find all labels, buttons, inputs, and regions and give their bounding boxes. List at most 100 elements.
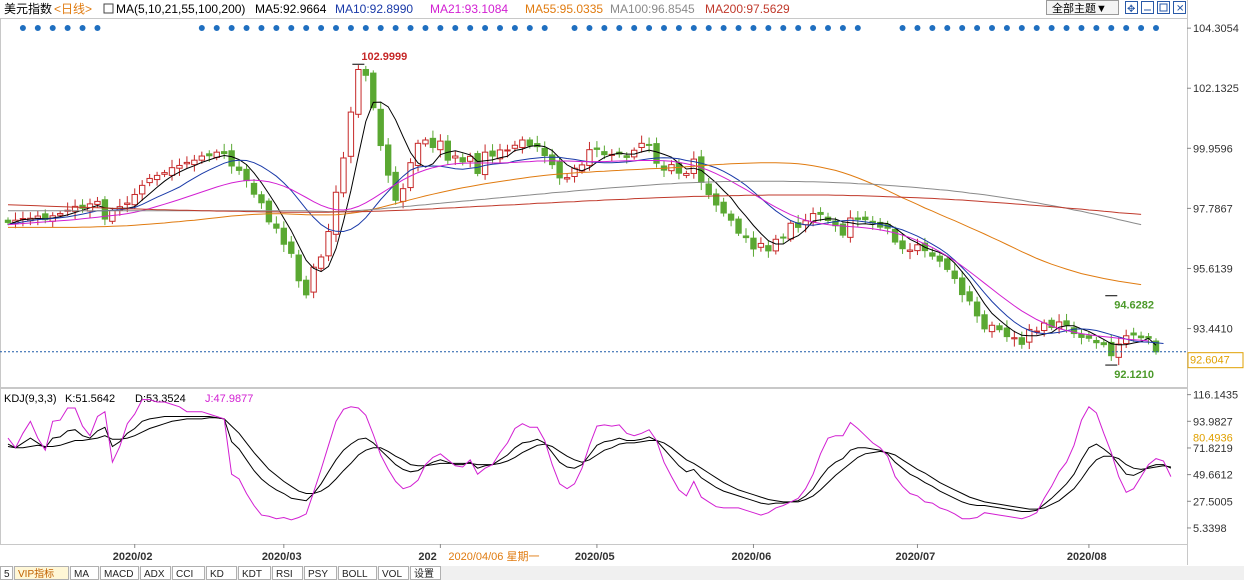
candle-body — [899, 240, 906, 250]
candle-body — [929, 252, 936, 257]
event-dot — [497, 25, 503, 31]
tab-indicator[interactable]: 设置 — [410, 566, 441, 580]
candle-body — [332, 191, 340, 235]
candle-body — [295, 254, 302, 282]
tab-label[interactable]: 设置 — [414, 568, 434, 580]
candle-body — [1018, 337, 1026, 345]
candle-body — [191, 159, 198, 166]
candle-body — [228, 150, 235, 167]
tab-label[interactable]: MA — [74, 569, 89, 580]
candle-body — [288, 241, 295, 254]
event-dot — [825, 25, 831, 31]
event-dot — [243, 25, 250, 31]
candle-body — [1078, 333, 1085, 338]
event-dot — [303, 25, 310, 31]
kdj-tick-label: 5.3398 — [1193, 523, 1227, 535]
candle-body — [220, 151, 228, 155]
ma-legend-item: MA100:96.8545 — [610, 2, 695, 16]
event-dot — [1108, 25, 1115, 31]
candle-body — [958, 277, 966, 296]
candle-body — [1011, 337, 1018, 340]
event-dot — [780, 25, 787, 31]
tab-label[interactable]: PSY — [308, 569, 328, 580]
tab-label[interactable]: RSI — [276, 569, 293, 580]
price-tick-label: 95.6139 — [1193, 263, 1233, 275]
x-tick-label: 2020/08 — [1067, 551, 1107, 563]
tab-indicator[interactable]: CCI — [172, 566, 205, 580]
tab-label[interactable]: 5 — [4, 569, 10, 580]
tab-label[interactable]: VIP指标 — [18, 567, 54, 580]
event-dot — [1048, 25, 1055, 31]
tab-indicator[interactable]: KDT — [238, 566, 271, 580]
restore-icon[interactable] — [1157, 1, 1170, 14]
candle-body — [519, 139, 526, 148]
event-dot — [288, 25, 295, 31]
candle-body — [1130, 332, 1137, 336]
ma-legend-item: MA55:95.0335 — [525, 2, 603, 16]
price-tick-label: 104.3054 — [1193, 23, 1239, 35]
candle-body — [996, 325, 1003, 331]
tab-label[interactable]: KDT — [242, 569, 262, 580]
candle-body — [891, 228, 899, 243]
event-dot — [422, 25, 429, 31]
price-tick-label: 93.4410 — [1193, 324, 1233, 336]
tab-label[interactable]: VOL — [382, 569, 402, 580]
tab-indicator[interactable]: VIP指标 — [14, 566, 69, 580]
tab-indicator[interactable]: MACD — [100, 566, 139, 580]
tab-indicator[interactable]: RSI — [272, 566, 303, 580]
candle-body — [317, 256, 325, 269]
candle-body — [1093, 339, 1100, 344]
event-dot — [854, 25, 861, 31]
tab-indicator[interactable]: BOLL — [338, 566, 377, 580]
candle-body — [757, 242, 765, 248]
event-dot — [228, 25, 235, 31]
event-dot — [646, 25, 653, 31]
candle-body — [720, 201, 727, 214]
candle-body — [1085, 335, 1093, 339]
candle-body — [601, 151, 608, 156]
tab-indicator[interactable]: MA — [70, 566, 99, 580]
event-dot — [765, 25, 772, 31]
tab-indicator[interactable]: ADX — [140, 566, 171, 580]
candle-body — [586, 149, 593, 166]
tab-indicator[interactable]: PSY — [304, 566, 337, 580]
candle-body — [444, 140, 452, 161]
minimize-icon[interactable] — [1141, 1, 1154, 14]
theme-button-label[interactable]: 全部主题▼ — [1052, 1, 1107, 15]
candle-body — [705, 183, 712, 195]
candle-body — [280, 227, 288, 245]
candle-body — [235, 166, 243, 171]
candle-body — [780, 236, 787, 239]
ma-legend-item: MA200:97.5629 — [705, 2, 790, 16]
candle-body — [981, 314, 988, 330]
kdj-tick-label: 116.1435 — [1193, 390, 1238, 402]
tab-label[interactable]: KD — [210, 569, 224, 580]
event-dot — [347, 25, 354, 31]
event-dot — [273, 25, 280, 31]
event-dot — [839, 25, 846, 31]
kdj-legend: K:51.5642 D:53.3524 J:47.9877 — [65, 393, 253, 405]
event-dot — [601, 25, 608, 31]
tab-indicator[interactable]: VOL — [378, 566, 409, 580]
period-label[interactable]: <日线> — [54, 2, 92, 16]
indicator-tabs[interactable]: 5 VIP指标 MA MACD ADX CCI KD KDT RSI PSY BOLL VOL 设置 — [0, 566, 441, 580]
tab-label[interactable]: MACD — [104, 569, 133, 580]
tab-label[interactable]: CCI — [176, 569, 193, 580]
event-dot — [19, 25, 26, 31]
event-dot — [661, 25, 667, 31]
event-dot — [899, 25, 906, 31]
candle-body — [683, 172, 690, 176]
candle-body — [914, 244, 921, 252]
event-dot — [64, 25, 71, 31]
tab-label[interactable]: BOLL — [342, 569, 368, 580]
tab-label[interactable]: ADX — [144, 569, 165, 580]
candle-body — [504, 149, 511, 152]
candle-body — [1063, 320, 1070, 326]
candle-body — [511, 144, 519, 149]
tab-indicator[interactable]: KD — [206, 566, 237, 580]
event-dot — [452, 25, 459, 31]
kdj-legend-item: D:53.3524 — [135, 393, 186, 405]
kdj-title: KDJ(9,3,3) — [4, 393, 57, 405]
tab-scroll[interactable]: 5 — [0, 566, 13, 580]
candle-body — [556, 161, 563, 179]
